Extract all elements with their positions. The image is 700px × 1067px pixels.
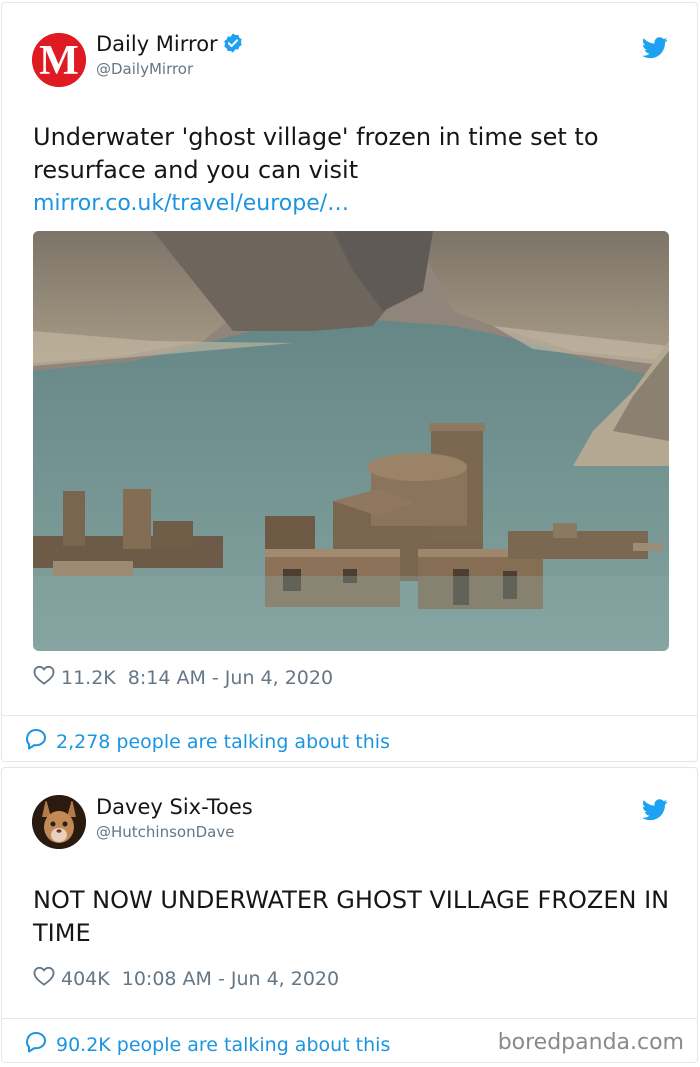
avatar-davey-six-toes[interactable]: [32, 795, 86, 849]
twitter-bird-icon[interactable]: [642, 37, 668, 63]
tweet-photo-ghost-village[interactable]: [33, 231, 669, 651]
display-name-text[interactable]: Daily Mirror: [96, 32, 218, 56]
tweet-card-daily-mirror: M Daily Mirror @DailyMirror Underwater '…: [1, 2, 698, 762]
timestamp[interactable]: 8:14 AM - Jun 4, 2020: [128, 667, 333, 689]
divider: [2, 1018, 697, 1019]
like-count[interactable]: 11.2K: [61, 667, 116, 689]
tweet-text: NOT NOW UNDERWATER GHOST VILLAGE FROZEN …: [33, 886, 670, 947]
avatar-daily-mirror[interactable]: M: [32, 33, 86, 87]
talking-link[interactable]: 90.2K people are talking about this: [24, 1030, 390, 1059]
twitter-bird-icon[interactable]: [642, 799, 668, 825]
display-name[interactable]: Davey Six-Toes: [96, 795, 253, 819]
user-handle[interactable]: @HutchinsonDave: [96, 823, 234, 841]
heart-icon[interactable]: [33, 966, 55, 991]
like-count[interactable]: 404K: [61, 968, 110, 990]
timestamp[interactable]: 10:08 AM - Jun 4, 2020: [122, 968, 339, 990]
tweet-link[interactable]: mirror.co.uk/travel/europe/…: [33, 191, 349, 216]
divider: [2, 715, 697, 716]
tweet-text: Underwater 'ghost village' frozen in tim…: [33, 123, 599, 184]
tweet-card-davey: Davey Six-Toes @HutchinsonDave NOT NOW U…: [1, 767, 698, 1063]
watermark: boredpanda.com: [497, 1030, 684, 1055]
display-name[interactable]: Daily Mirror: [96, 32, 244, 59]
talking-text[interactable]: 2,278 people are talking about this: [56, 731, 390, 753]
talking-text[interactable]: 90.2K people are talking about this: [56, 1034, 390, 1056]
user-handle[interactable]: @DailyMirror: [96, 60, 193, 78]
tweet-meta: 404K 10:08 AM - Jun 4, 2020: [33, 966, 339, 991]
verified-badge-icon: [222, 32, 244, 59]
talking-link[interactable]: 2,278 people are talking about this: [24, 727, 390, 756]
tweet-meta: 11.2K 8:14 AM - Jun 4, 2020: [33, 665, 333, 690]
heart-icon[interactable]: [33, 665, 55, 690]
speech-bubble-icon: [24, 1030, 48, 1059]
speech-bubble-icon: [24, 727, 48, 756]
svg-text:M: M: [39, 38, 79, 84]
caracal-avatar-icon: [32, 795, 86, 849]
mirror-logo-icon: M: [32, 33, 86, 87]
